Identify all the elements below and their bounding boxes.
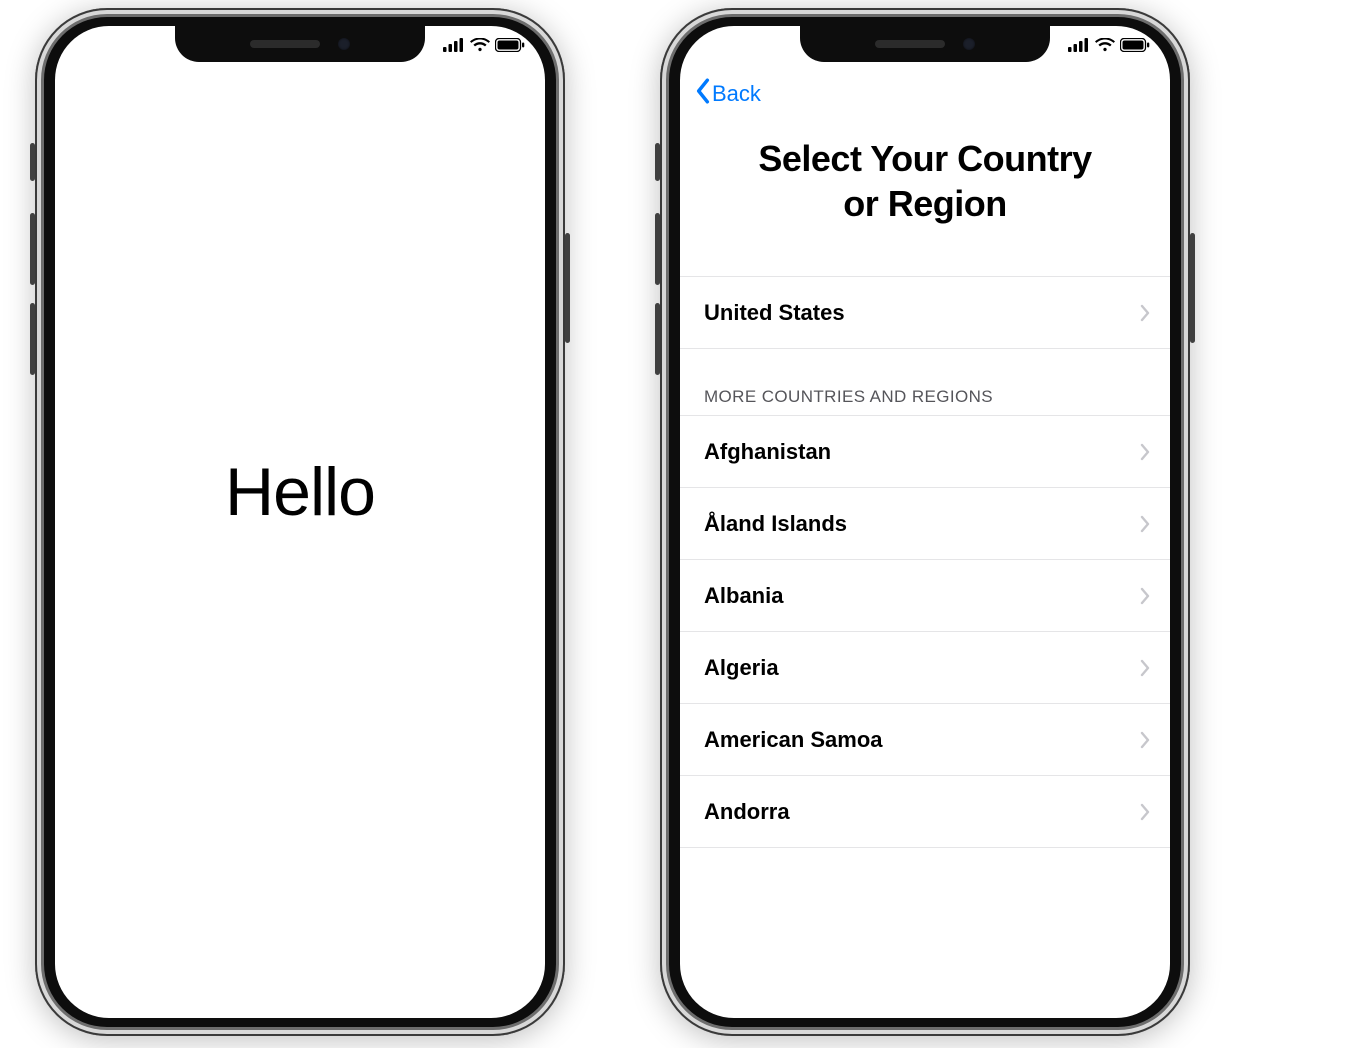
front-camera [963, 38, 975, 50]
volume-up-button [30, 213, 35, 285]
phone-mockup-hello: Hello [35, 8, 565, 1036]
more-regions-header: MORE COUNTRIES AND REGIONS [680, 349, 1170, 416]
power-button [565, 233, 570, 343]
earpiece-speaker [875, 40, 945, 48]
notch [800, 26, 1050, 62]
chevron-right-icon [1140, 587, 1150, 605]
wifi-icon [1095, 38, 1115, 52]
region-label: Afghanistan [704, 439, 831, 465]
region-row[interactable]: American Samoa [680, 704, 1170, 776]
region-list: United States MORE COUNTRIES AND REGIONS… [680, 276, 1170, 1018]
back-label: Back [712, 81, 761, 107]
region-label: Algeria [704, 655, 779, 681]
volume-down-button [655, 303, 660, 375]
chevron-right-icon [1140, 659, 1150, 677]
phone-screen-hello: Hello [55, 26, 545, 1018]
title-line-1: Select Your Country [680, 136, 1170, 181]
chevron-right-icon [1140, 731, 1150, 749]
region-row[interactable]: Andorra [680, 776, 1170, 848]
region-label: Åland Islands [704, 511, 847, 537]
chevron-right-icon [1140, 304, 1150, 322]
power-button [1190, 233, 1195, 343]
back-button[interactable]: Back [694, 78, 761, 110]
cellular-signal-icon [443, 38, 465, 52]
title-line-2: or Region [680, 181, 1170, 226]
front-camera [338, 38, 350, 50]
chevron-left-icon [694, 78, 712, 110]
region-row[interactable]: Åland Islands [680, 488, 1170, 560]
mute-switch [655, 143, 660, 181]
chevron-right-icon [1140, 515, 1150, 533]
region-label: Albania [704, 583, 783, 609]
region-label: United States [704, 300, 845, 326]
region-row-featured[interactable]: United States [680, 277, 1170, 349]
battery-icon [495, 38, 525, 52]
mute-switch [30, 143, 35, 181]
chevron-right-icon [1140, 443, 1150, 461]
hello-greeting: Hello [225, 453, 375, 531]
wifi-icon [470, 38, 490, 52]
chevron-right-icon [1140, 803, 1150, 821]
region-row[interactable]: Algeria [680, 632, 1170, 704]
phone-mockup-region: Back Select Your Country or Region Unite… [660, 8, 1190, 1036]
status-bar-right [443, 38, 525, 52]
volume-down-button [30, 303, 35, 375]
status-bar-right [1068, 38, 1150, 52]
page-title: Select Your Country or Region [680, 136, 1170, 226]
battery-icon [1120, 38, 1150, 52]
volume-up-button [655, 213, 660, 285]
cellular-signal-icon [1068, 38, 1090, 52]
region-label: American Samoa [704, 727, 883, 753]
notch [175, 26, 425, 62]
region-label: Andorra [704, 799, 790, 825]
earpiece-speaker [250, 40, 320, 48]
region-row[interactable]: Afghanistan [680, 416, 1170, 488]
phone-screen-region: Back Select Your Country or Region Unite… [680, 26, 1170, 1018]
region-row[interactable]: Albania [680, 560, 1170, 632]
